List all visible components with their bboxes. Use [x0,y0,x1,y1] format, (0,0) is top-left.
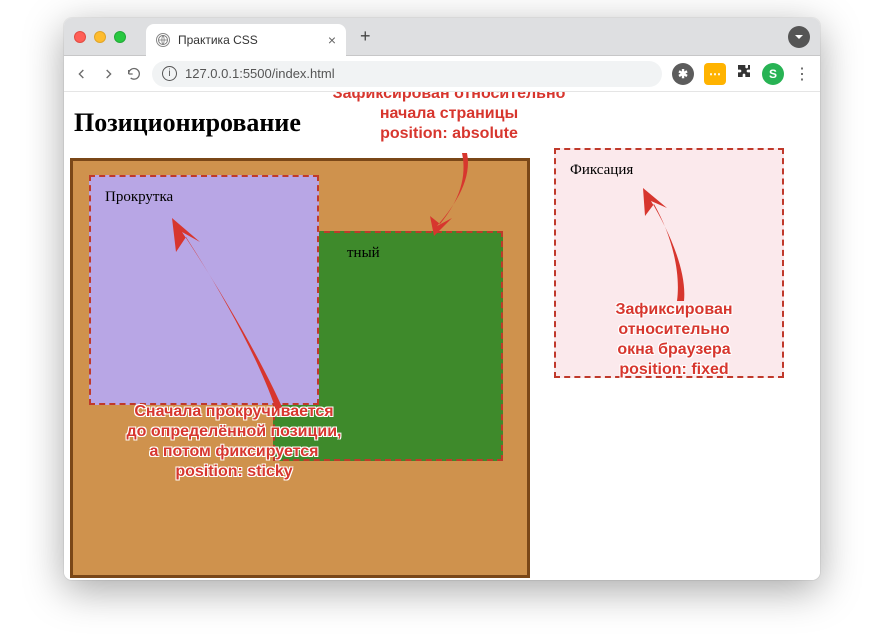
close-window-button[interactable] [74,31,86,43]
extension-2-icon[interactable]: ⋯ [704,63,726,85]
globe-icon [156,33,170,47]
titlebar: Практика CSS × + [64,18,820,56]
maximize-window-button[interactable] [114,31,126,43]
browser-window: Практика CSS × + i 127.0.0.1:5500/index.… [64,18,820,580]
site-info-icon[interactable]: i [162,66,177,81]
positioning-container: тный Прокрутка [70,158,530,578]
sticky-box-label: Прокрутка [105,189,173,205]
fixed-box-label: Фиксация [570,162,633,178]
minimize-window-button[interactable] [94,31,106,43]
extensions-menu-button[interactable] [736,63,752,84]
window-controls [74,31,126,43]
browser-toolbar: i 127.0.0.1:5500/index.html ✱ ⋯ S ⋮ [64,56,820,92]
toolbar-extensions: ✱ ⋯ S ⋮ [672,63,810,85]
arrow-left-icon [74,66,90,82]
page-heading: Позиционирование [74,108,820,138]
forward-button[interactable] [100,66,116,82]
chevron-down-icon [794,32,804,42]
profile-button[interactable]: S [762,63,784,85]
tabs-dropdown-button[interactable] [788,26,810,48]
extension-1-icon[interactable]: ✱ [672,63,694,85]
url-text: 127.0.0.1:5500/index.html [185,66,335,81]
address-bar[interactable]: i 127.0.0.1:5500/index.html [152,61,662,87]
new-tab-button[interactable]: + [354,26,377,47]
fixed-box: Фиксация [554,148,784,378]
puzzle-icon [736,63,752,79]
browser-menu-button[interactable]: ⋮ [794,64,810,84]
reload-button[interactable] [126,66,142,82]
arrow-right-icon [100,66,116,82]
absolute-box-label: тный [347,245,380,261]
back-button[interactable] [74,66,90,82]
close-tab-button[interactable]: × [328,33,336,47]
sticky-box: Прокрутка [89,175,319,405]
reload-icon [126,66,142,82]
browser-tab[interactable]: Практика CSS × [146,24,346,56]
tab-title: Практика CSS [178,33,258,47]
page-viewport: Позиционирование тный Прокрутка Фиксация… [64,92,820,580]
